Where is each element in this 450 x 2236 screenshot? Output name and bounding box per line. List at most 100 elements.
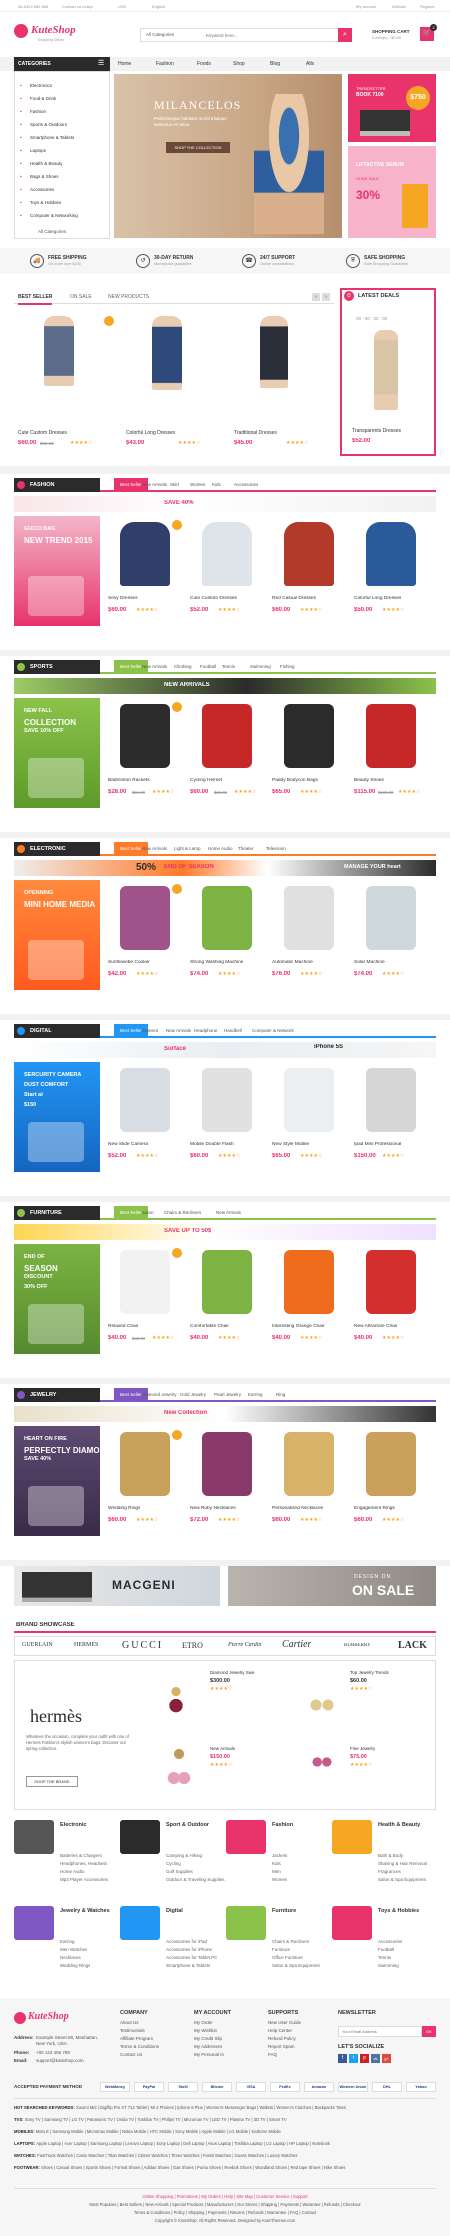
section-tab[interactable]: Gold Jewelry <box>180 1388 206 1402</box>
keyword-links[interactable]: Moto E | Samsung Mobile | Micromax Mobil… <box>36 2129 281 2134</box>
product-name[interactable]: Wedding Rings <box>108 1506 140 1511</box>
product-card[interactable]: New Ruby Necklaces $72.00 ★★★★☆ <box>188 1426 266 1536</box>
brand-logo[interactable]: Pierre Cardin <box>228 1642 261 1648</box>
footer-category-link[interactable]: Smartphone & Tablets <box>166 1962 210 1969</box>
shop-brand-button[interactable]: SHOP THE BRAND <box>26 1776 78 1787</box>
footer-link[interactable]: My Addresses <box>194 2044 222 2049</box>
facebook-icon[interactable]: f <box>338 2054 347 2063</box>
section-tab[interactable]: Chairs & Recliners <box>164 1206 201 1220</box>
section-tab[interactable]: Camera <box>142 1024 158 1038</box>
product-card[interactable]: Wedding Rings $60.00 ★★★★☆ <box>106 1426 184 1536</box>
product-card[interactable]: Cute Custom Dresses $60.00 $62.00 <box>14 312 114 446</box>
footer-category-title[interactable]: Furniture <box>272 1908 326 1915</box>
promo-banner-right[interactable]: DESIGN ON ON SALE <box>228 1566 436 1606</box>
section-tab[interactable]: Salon <box>142 1206 154 1220</box>
footer-logo[interactable]: KuteShop <box>14 2010 94 2030</box>
footer-category-link[interactable]: Golf Supplies <box>166 1868 193 1875</box>
footer-category[interactable]: Jewelry & Watches Earring Men Watches Neckl… <box>14 1902 114 1988</box>
product-name[interactable]: Cute Custom Dresses <box>18 430 67 436</box>
newsletter-input[interactable] <box>338 2026 422 2037</box>
product-card[interactable]: New Style Mobile $65.00 ★★★★☆ <box>270 1062 348 1172</box>
footer-category[interactable]: Sport & Outdoor Camping & Hiking Cycling Go… <box>120 1816 225 1902</box>
section-tab[interactable]: Swimming <box>250 660 271 674</box>
footer-category-link[interactable]: Furniture <box>272 1946 290 1953</box>
product-card[interactable]: Relaxed Chair $40.00 $42.00 ★★★★☆ <box>106 1244 184 1354</box>
sidebar-item[interactable]: Health & Beauty <box>30 161 63 166</box>
footer-category-link[interactable]: Women <box>272 1876 287 1883</box>
footer-link[interactable]: Testimonials <box>120 2028 145 2033</box>
footer-link[interactable]: Help Center <box>268 2028 292 2033</box>
keyword-links[interactable]: Shoes | Casual Shoes | Sports Shoes | Fo… <box>41 2165 345 2170</box>
brand-item[interactable]: Top Jewelry Trends $60.00 ★★★★☆ <box>300 1668 430 1728</box>
footer-link[interactable]: Report Spam <box>268 2044 295 2049</box>
footer-category-link[interactable]: Football <box>378 1946 394 1953</box>
brand-item[interactable]: New Arrivals $150.00 ★★★★☆ <box>160 1742 290 1802</box>
footer-category-title[interactable]: Digital <box>166 1908 220 1915</box>
footer-category-title[interactable]: Jewelry & Watches <box>60 1908 114 1915</box>
product-name[interactable]: New Ruby Necklaces <box>190 1506 236 1511</box>
product-name[interactable]: Beauty Shoes <box>354 778 384 783</box>
footer-category-link[interactable]: Home Audio <box>60 1868 85 1875</box>
footer-category-link[interactable]: Wedding Rings <box>60 1962 90 1969</box>
section-tab[interactable]: New Arrivals <box>166 1024 191 1038</box>
section-banner-strip[interactable]: END OF SEASON 50% MANAGE YOUR heart <box>14 860 436 876</box>
pinterest-icon[interactable]: p <box>360 2054 369 2063</box>
product-name[interactable]: Solar Machine <box>354 960 385 965</box>
section-tab[interactable]: Fishing <box>280 660 295 674</box>
product-name[interactable]: Colorful Long Dresses <box>354 596 401 601</box>
footer-category-link[interactable]: Kids <box>272 1860 281 1867</box>
section-tab[interactable]: New Arrivals <box>216 1206 241 1220</box>
footer-category-title[interactable]: Toys & Hobbies <box>378 1908 432 1915</box>
product-name[interactable]: Interesting Orange Chair <box>272 1324 325 1329</box>
bottom-links-3[interactable]: Terms & Conditions | Policy | Shipping |… <box>0 2210 450 2215</box>
footer-link[interactable]: Contact Us <box>120 2052 142 2057</box>
section-tab[interactable]: New Arrivals <box>142 842 167 856</box>
footer-category-link[interactable]: Accessories for Tablet PC <box>166 1954 217 1961</box>
footer-link[interactable]: My Credit Slip <box>194 2036 222 2041</box>
footer-link[interactable]: Affiliate Program <box>120 2036 153 2041</box>
footer-link[interactable]: Refund Policy <box>268 2036 296 2041</box>
product-name[interactable]: Relaxed Chair <box>108 1324 138 1329</box>
section-side-ad[interactable]: OPENNING MINI HOME MEDIA <box>14 880 100 990</box>
top-link-wishlist[interactable]: Wishlist <box>392 4 406 9</box>
section-tab[interactable]: Handbell <box>224 1024 242 1038</box>
tab-best-seller[interactable]: BEST SELLER <box>18 294 53 305</box>
footer-category-link[interactable]: Camping & Hiking <box>166 1852 202 1859</box>
footer-link[interactable]: Terms & Conditions <box>120 2044 159 2049</box>
footer-category-title[interactable]: Fashion <box>272 1822 326 1829</box>
footer-category-link[interactable]: Accessories for iPad <box>166 1938 207 1945</box>
section-banner-strip[interactable]: Surface iPhone 5S <box>14 1042 436 1058</box>
footer-category-link[interactable]: Chairs & Recliners <box>272 1938 309 1945</box>
side-banner-2[interactable]: LIFTACTIVE SERUM HUGE SALE 30% <box>348 146 436 238</box>
product-card[interactable]: Badminton Rackets $28.00 $34.00 ★★★★☆ <box>106 698 184 808</box>
product-card[interactable]: Paddy Bodycon Bags $65.00 ★★★★☆ <box>270 698 348 808</box>
section-side-ad[interactable]: END OF SEASON DISCOUNT 30% OFF <box>14 1244 100 1354</box>
footer-category-link[interactable]: Mp3 Player Accessories <box>60 1876 108 1883</box>
section-side-ad[interactable]: GUCCI BAG NEW TREND 2015 <box>14 516 100 626</box>
product-card[interactable]: Colorful Long Dresses $43.00 <box>122 312 222 446</box>
product-card[interactable]: Traditional Dresses $45.00 <box>230 312 330 446</box>
cart-title[interactable]: SHOPPING CART <box>372 29 410 34</box>
nav-home[interactable]: Home <box>118 61 131 67</box>
top-link-account[interactable]: My account <box>356 4 376 9</box>
footer-category-link[interactable]: Office Furniture <box>272 1954 303 1961</box>
brand-logo[interactable]: Cartier <box>282 1639 311 1650</box>
section-tab[interactable]: Theater <box>238 842 254 856</box>
currency-select[interactable]: USD <box>118 4 126 9</box>
product-card[interactable]: New Attractive Chair $40.00 ★★★★☆ <box>352 1244 430 1354</box>
section-tab[interactable]: Pearl Jewelry <box>214 1388 241 1402</box>
footer-link[interactable]: My Order <box>194 2020 213 2025</box>
footer-category[interactable]: Health & Beauty Bath & Body Shaving & Hair… <box>332 1816 432 1902</box>
keyword-links[interactable]: Xiaomi Mi3 | Digiflip Pro XT 712 Tablet … <box>76 2105 346 2110</box>
section-tab[interactable]: Computer & Network <box>252 1024 294 1038</box>
product-card[interactable]: Colorful Long Dresses $50.00 ★★★★☆ <box>352 516 430 626</box>
section-tab[interactable]: Earring <box>248 1388 263 1402</box>
keyword-links[interactable]: FastTrack Watches | Casio Watches | Tita… <box>37 2153 297 2158</box>
footer-category-title[interactable]: Electronic <box>60 1822 114 1829</box>
product-name[interactable]: Mobile Double Flash <box>190 1142 234 1147</box>
section-banner-strip[interactable]: NEW ARRIVALS <box>14 678 436 694</box>
footer-category-link[interactable]: Men <box>272 1868 281 1875</box>
footer-category-link[interactable]: Accessories <box>378 1938 402 1945</box>
footer-category-title[interactable]: Health & Beauty <box>378 1822 432 1829</box>
sidebar-item[interactable]: Bags & Shoes <box>30 174 59 179</box>
